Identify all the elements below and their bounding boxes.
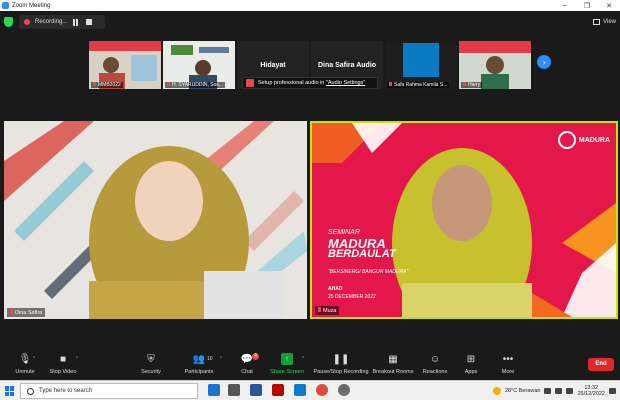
- audio-settings-link[interactable]: "Audio Settings": [326, 80, 365, 86]
- participant-thumbnail[interactable]: Safa Rahma Kamila S...: [385, 41, 457, 89]
- shield-icon[interactable]: [4, 17, 13, 27]
- muted-mic-icon: [93, 82, 96, 86]
- audio-icon: [246, 79, 254, 87]
- end-meeting-button[interactable]: End: [588, 358, 614, 371]
- participants-count: 10: [207, 356, 213, 362]
- window-titlebar: Zoom Meeting – ❐ ✕: [0, 0, 620, 11]
- muted-mic-icon: [167, 82, 170, 86]
- chrome-icon[interactable]: [316, 384, 328, 396]
- madura-logo: MADURA: [557, 131, 610, 149]
- windows-taskbar: Type here to search 28°C Berawan 13:32 2…: [0, 380, 620, 400]
- video-camera-icon: ■: [59, 353, 67, 365]
- muted-mic-icon: [318, 307, 321, 312]
- settings-gear-icon[interactable]: [338, 384, 350, 396]
- chat-unread-badge: 4: [252, 353, 259, 360]
- logo-icon: [557, 131, 576, 149]
- participants-button[interactable]: 👥 10 Participants: [174, 347, 224, 380]
- chevron-right-icon: ›: [542, 57, 546, 67]
- more-button[interactable]: ••• More: [483, 347, 533, 380]
- notification-icon[interactable]: [609, 388, 616, 394]
- thumbnail-name: Harry: [461, 82, 483, 88]
- network-icon[interactable]: [555, 388, 563, 394]
- view-label: View: [603, 19, 616, 25]
- meeting-toolbar: 🎙 Unmute ^ ■ Stop Video ^ ⛨ Security 👥 1…: [0, 347, 620, 380]
- pause-stop-recording-button[interactable]: ❚❚ Pause/Stop Recording: [313, 347, 368, 380]
- thumbnail-name: Hidayat: [260, 61, 286, 69]
- recording-indicator: Recording...: [19, 15, 105, 29]
- video-options-caret[interactable]: ^: [76, 356, 78, 362]
- participant-video: [4, 121, 307, 319]
- tile-name-label: Muza: [315, 306, 340, 315]
- battery-icon[interactable]: [544, 388, 552, 394]
- shield-icon: ⛨: [147, 353, 155, 365]
- record-dot-icon: [24, 19, 30, 25]
- task-view-icon[interactable]: [228, 384, 240, 396]
- zoom-window: Zoom Meeting – ❐ ✕ Recording... View MMB…: [0, 0, 620, 400]
- search-icon: [27, 387, 34, 395]
- banner-day: AHAD: [328, 286, 343, 292]
- stop-icon[interactable]: [86, 19, 93, 25]
- pause-stop-icon: ❚❚: [332, 353, 350, 365]
- weather-text: 28°C Berawan: [504, 388, 541, 394]
- smiley-plus-icon: ☺: [429, 353, 441, 365]
- muted-mic-icon: [389, 82, 392, 86]
- banner-tagline: "BERSINERGI BANGUN MADURA": [328, 269, 409, 275]
- audio-options-caret[interactable]: ^: [33, 356, 35, 362]
- close-button[interactable]: ✕: [598, 0, 620, 11]
- video-tile-left[interactable]: Dina Safira: [4, 121, 307, 319]
- system-tray: 28°C Berawan 13:32 25/12/2022: [492, 383, 616, 399]
- share-options-caret[interactable]: ^: [302, 356, 304, 362]
- mail-app-icon[interactable]: [250, 384, 262, 396]
- view-button[interactable]: View: [593, 16, 616, 28]
- pause-icon[interactable]: [73, 18, 80, 26]
- minimize-button[interactable]: –: [554, 0, 576, 11]
- audio-settings-tooltip[interactable]: Setup professional audio in "Audio Setti…: [242, 77, 378, 89]
- muted-microphone-icon: 🎙: [18, 353, 32, 365]
- thumbnail-name: H. SYARUDDIN, Sos...: [165, 82, 226, 88]
- participant-thumbnail[interactable]: MMB2022: [89, 41, 161, 89]
- recording-label: Recording...: [35, 19, 68, 25]
- video-tile-active-speaker[interactable]: MADURA SEMINAR MADURA BERDAULAT "BERSINE…: [310, 121, 618, 319]
- share-screen-button[interactable]: ↑ Share Screen: [262, 347, 312, 380]
- stop-video-button[interactable]: ■ Stop Video: [38, 347, 88, 380]
- window-controls: – ❐ ✕: [554, 0, 620, 11]
- edge-browser-icon[interactable]: [208, 384, 220, 396]
- restore-button[interactable]: ❐: [576, 0, 598, 11]
- share-arrow-icon: ↑: [281, 353, 293, 365]
- participant-video: [312, 123, 616, 317]
- ellipsis-icon: •••: [502, 353, 514, 365]
- thumbnail-name: MMB2022: [91, 82, 123, 88]
- participant-thumbnail[interactable]: Harry: [459, 41, 531, 89]
- thumbnail-name: Safa Rahma Kamila S...: [387, 82, 450, 88]
- tooltip-text: Setup professional audio in: [258, 80, 325, 86]
- participant-thumbnail[interactable]: H. SYARUDDIN, Sos...: [163, 41, 235, 89]
- zoom-app-icon: [2, 2, 9, 9]
- muted-mic-icon: [463, 82, 466, 86]
- meeting-topbar: Recording... View: [0, 11, 620, 33]
- tile-name-label: Dina Safira: [7, 308, 46, 317]
- grid-rooms-icon: ▦: [388, 353, 398, 365]
- people-icon: 👥: [192, 353, 206, 365]
- taskbar-clock[interactable]: 13:32 25/12/2022: [577, 385, 605, 397]
- thumbnail-name: Dina Safira Audio: [317, 61, 377, 69]
- grid-icon: [593, 19, 601, 25]
- apps-icon: ⊞: [466, 353, 476, 365]
- next-page-button[interactable]: ›: [537, 55, 551, 69]
- volume-icon[interactable]: [566, 388, 574, 394]
- weather-sun-icon: [492, 387, 501, 395]
- banner-title: SEMINAR MADURA BERDAULAT: [328, 229, 396, 260]
- banner-date: 25 DECEMBER 2022: [328, 294, 376, 300]
- window-title: Zoom Meeting: [12, 2, 51, 9]
- zoom-taskbar-icon[interactable]: [294, 384, 306, 396]
- security-button[interactable]: ⛨ Security: [126, 347, 176, 380]
- windows-start-icon[interactable]: [5, 386, 15, 396]
- taskbar-search-input[interactable]: Type here to search: [20, 383, 198, 399]
- muted-mic-icon: [10, 309, 13, 314]
- adobe-app-icon[interactable]: [272, 384, 284, 396]
